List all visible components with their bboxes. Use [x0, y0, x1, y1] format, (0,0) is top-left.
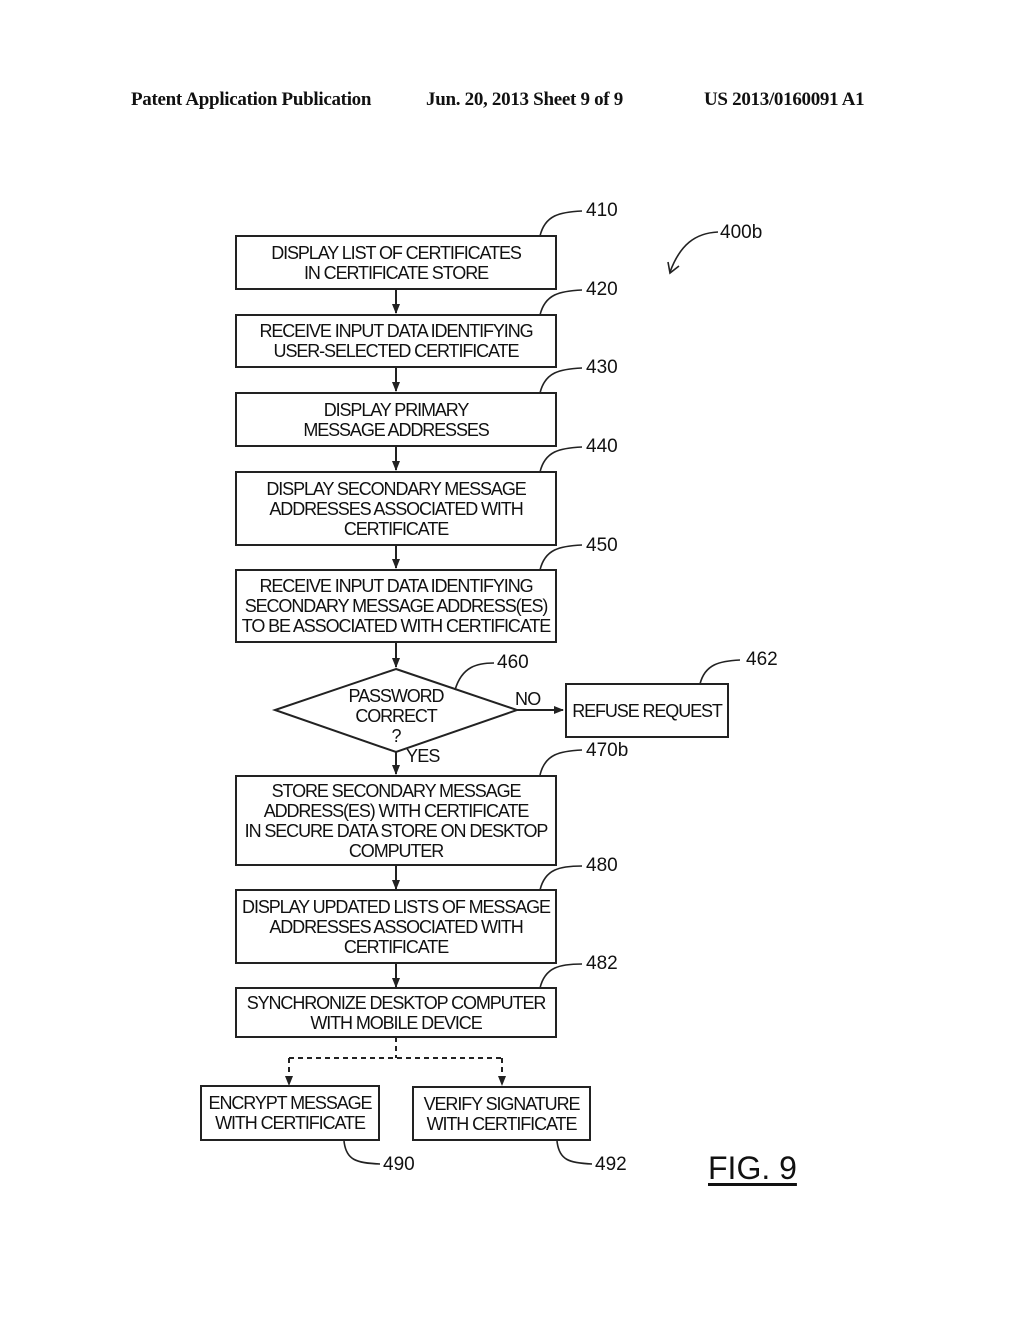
- ref-460: 460: [497, 652, 529, 673]
- ref-450: 450: [586, 535, 618, 556]
- ref-492: 492: [595, 1154, 627, 1175]
- ref-462: 462: [746, 649, 778, 670]
- leader-492: [556, 1140, 593, 1165]
- leader-410: [539, 210, 583, 237]
- leader-480: [539, 865, 583, 891]
- step-420-box: RECEIVE INPUT DATA IDENTIFYING USER-SELE…: [235, 314, 557, 368]
- step-492-box: VERIFY SIGNATURE WITH CERTIFICATE: [412, 1086, 591, 1141]
- step-410-box: DISPLAY LIST OF CERTIFICATES IN CERTIFIC…: [235, 235, 557, 290]
- leader-470b: [539, 749, 583, 776]
- leader-450: [539, 544, 583, 571]
- step-450-box: RECEIVE INPUT DATA IDENTIFYING SECONDARY…: [235, 569, 557, 643]
- figure-label: FIG. 9: [708, 1150, 797, 1186]
- step-470b-box: STORE SECONDARY MESSAGE ADDRESS(ES) WITH…: [235, 775, 557, 866]
- leader-400b: [669, 231, 719, 273]
- ref-440: 440: [586, 436, 618, 457]
- step-482-box: SYNCHRONIZE DESKTOP COMPUTER WITH MOBILE…: [235, 987, 557, 1038]
- ref-480: 480: [586, 855, 618, 876]
- decision-460-text: PASSWORD CORRECT ?: [348, 686, 445, 746]
- step-430-box: DISPLAY PRIMARY MESSAGE ADDRESSES: [235, 392, 557, 447]
- decision-no-label: NO: [515, 689, 541, 709]
- leader-490: [343, 1140, 381, 1165]
- leader-482: [539, 963, 583, 989]
- ref-430: 430: [586, 357, 618, 378]
- step-462-box: REFUSE REQUEST: [565, 683, 729, 738]
- leader-430: [539, 367, 583, 394]
- step-480-box: DISPLAY UPDATED LISTS OF MESSAGE ADDRESS…: [235, 889, 557, 964]
- ref-470b: 470b: [586, 740, 629, 761]
- ref-400b: 400b: [720, 222, 763, 243]
- leader-420: [539, 289, 583, 316]
- ref-490: 490: [383, 1154, 415, 1175]
- leader-462: [699, 659, 741, 685]
- leader-440: [539, 446, 583, 473]
- step-440-box: DISPLAY SECONDARY MESSAGE ADDRESSES ASSO…: [235, 471, 557, 546]
- step-490-box: ENCRYPT MESSAGE WITH CERTIFICATE: [200, 1085, 380, 1141]
- ref-482: 482: [586, 953, 618, 974]
- ref-420: 420: [586, 279, 618, 300]
- ref-410: 410: [586, 200, 618, 221]
- decision-yes-label: YES: [406, 746, 440, 766]
